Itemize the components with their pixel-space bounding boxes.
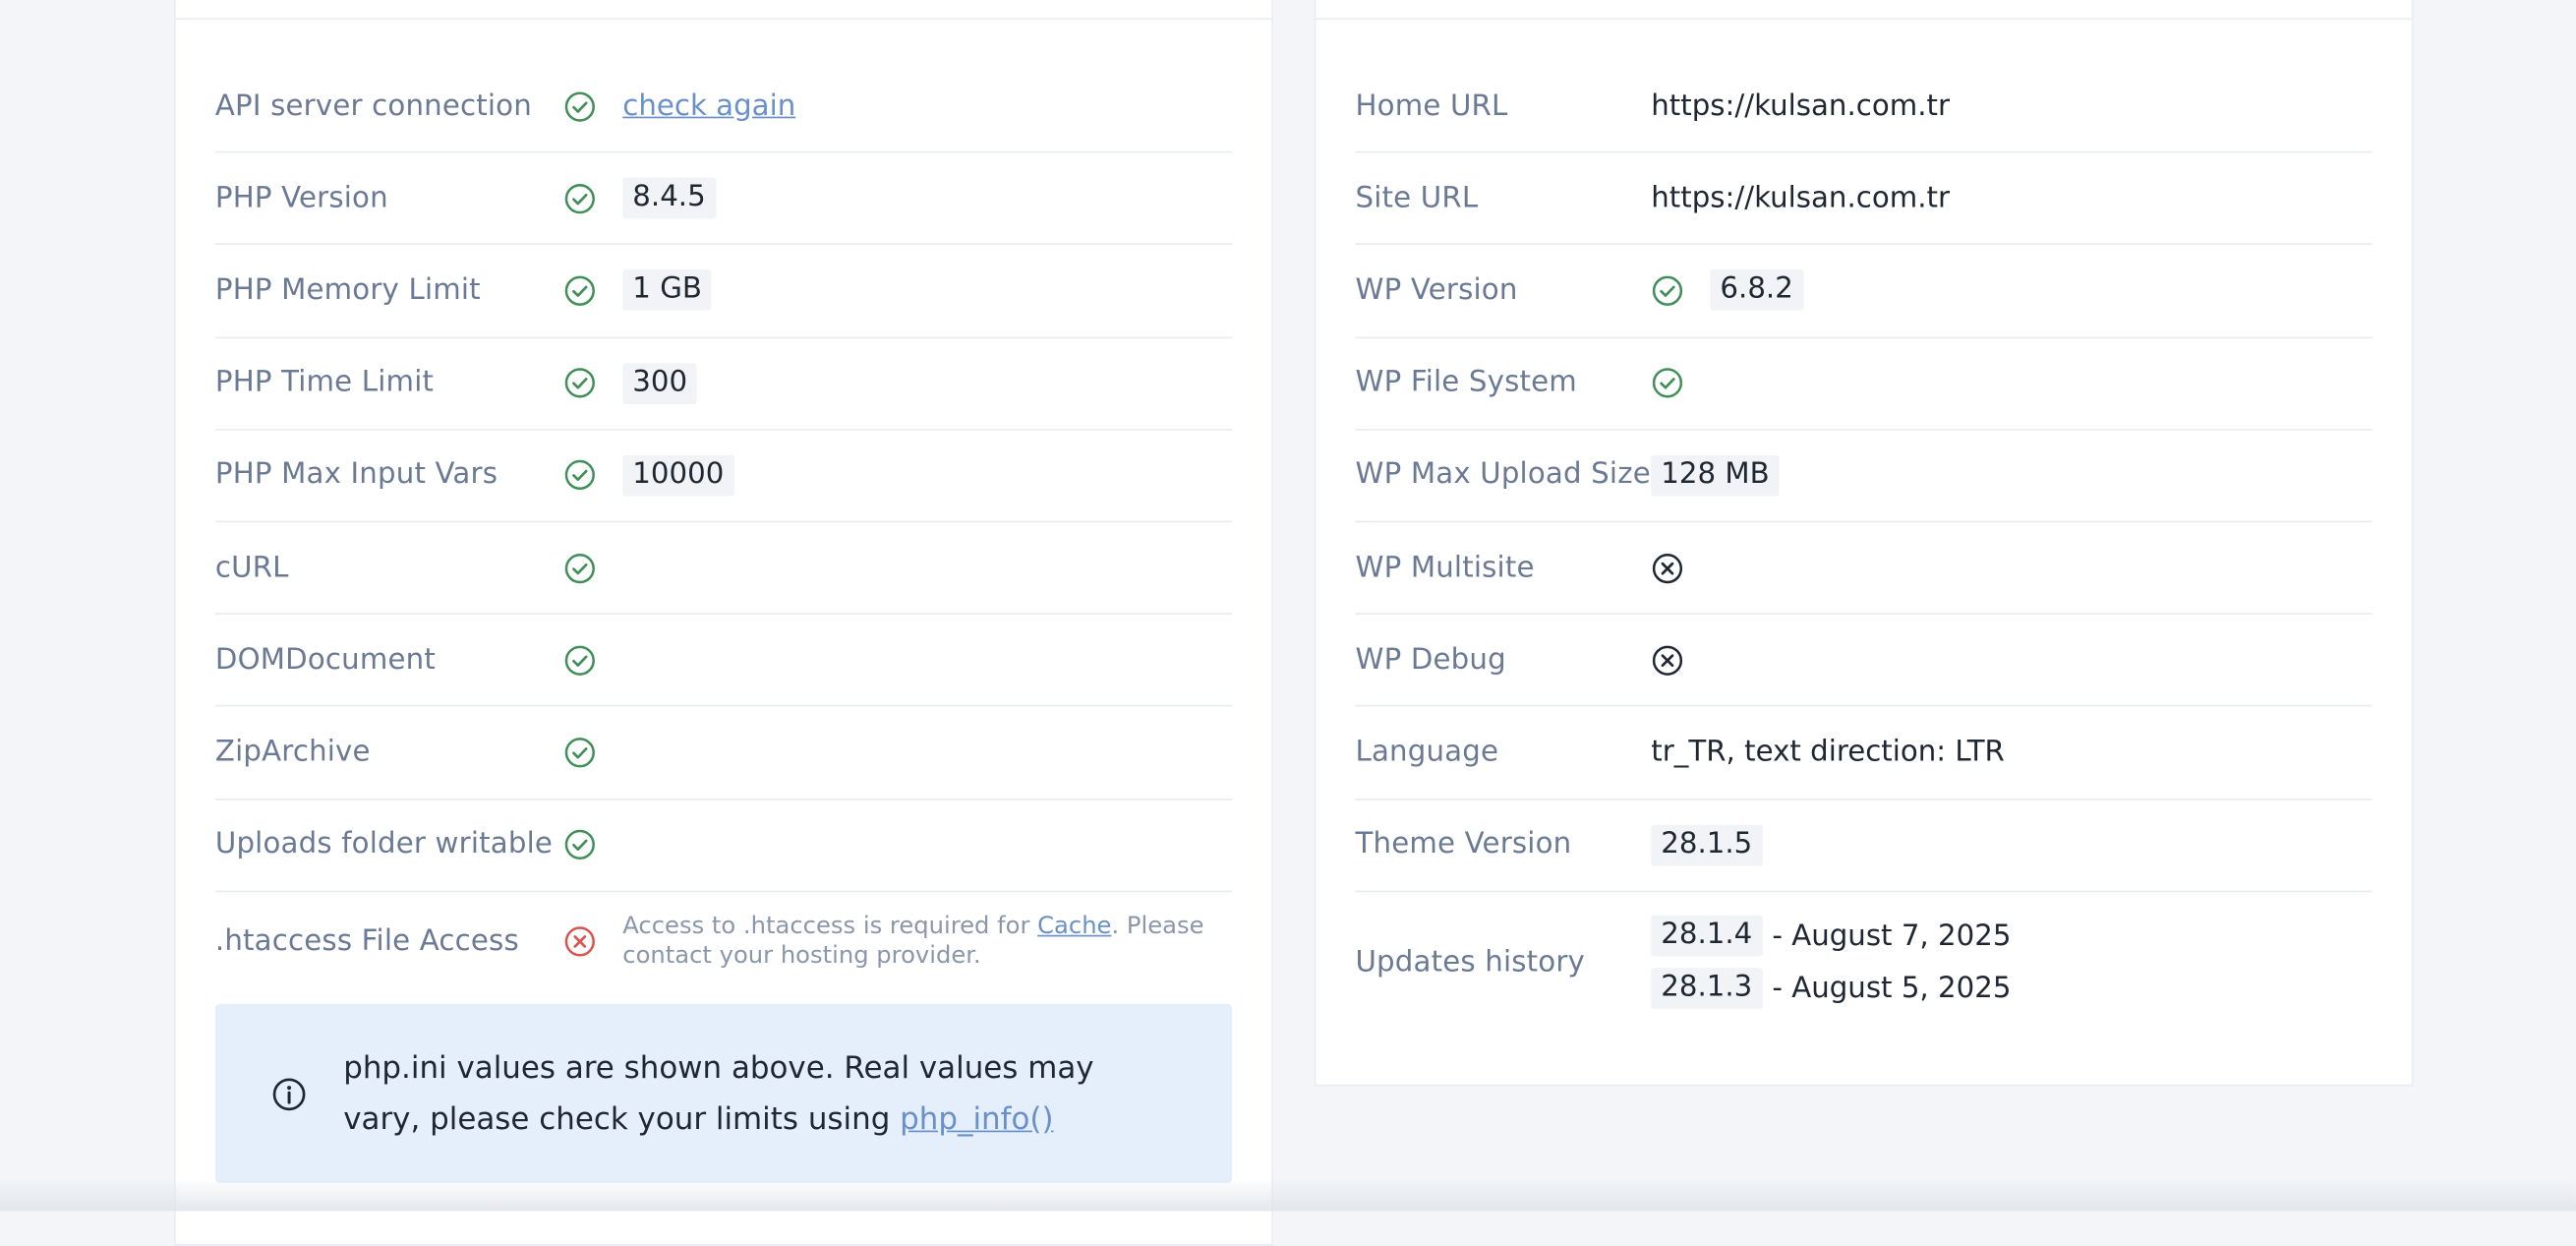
warning-text-start: Access to .htaccess is required for [622,914,1038,941]
row-label: WP Version [1355,273,1518,308]
row-label: DOMDocument [214,643,436,677]
row-label: Site URL [1355,182,1479,215]
history-date: - August 5, 2025 [1772,972,2012,1006]
language-value: tr_TR, text direction: LTR [1651,736,2005,769]
row-domdocument: DOMDocument [214,615,1233,708]
x-circle-icon [1651,644,1683,677]
value-badge: 300 [622,362,698,404]
bottom-shadow [0,1178,2576,1212]
info-notice-text: php.ini values are shown above. Real val… [343,1042,1132,1145]
php-info-link[interactable]: php_info() [900,1101,1053,1136]
row-wp-max-upload-size: WP Max Upload Size 128 MB [1355,430,2372,523]
row-label: PHP Memory Limit [214,273,481,308]
list-item: 28.1.4 - August 7, 2025 [1651,916,2011,957]
row-wp-multisite: WP Multisite [1355,522,2372,616]
row-php-max-input-vars: PHP Max Input Vars 10000 [214,430,1233,523]
wordpress-environment-panel: Home URL https://kulsan.com.tr Site URL … [1314,0,2414,1087]
check-circle-icon [563,736,596,768]
row-label: Language [1355,736,1499,769]
row-label: Home URL [1355,89,1508,123]
row-php-memory-limit: PHP Memory Limit 1 GB [214,246,1233,338]
history-date: - August 7, 2025 [1772,920,2012,953]
value-badge: 6.8.2 [1710,269,1803,312]
updates-history-list: 28.1.4 - August 7, 2025 28.1.3 - August … [1651,916,2012,1010]
check-circle-icon [563,459,596,492]
row-htaccess-file-access: .htaccess File Access Access to .htacces… [215,892,1232,992]
row-api-server-connection: API server connection check again [214,61,1233,153]
row-label: PHP Version [214,182,388,215]
row-label: Theme Version [1355,828,1572,861]
panel-divider [1316,18,2412,21]
row-theme-version: Theme Version 28.1.5 [1355,800,2372,892]
row-label: WP Debug [1355,643,1506,677]
row-php-version: PHP Version 8.4.5 [214,153,1233,246]
row-updates-history: Updates history 28.1.4 - August 7, 2025 … [1355,892,2371,1034]
value-badge: 28.1.5 [1651,824,1763,865]
check-circle-icon [563,182,596,214]
row-label: ZipArchive [214,736,371,769]
server-requirements-panel: API server connection check again PHP Ve… [174,0,1273,1246]
row-label: API server connection [214,89,532,123]
info-circle-icon [271,1076,308,1112]
row-uploads-folder-writable: Uploads folder writable [214,800,1233,892]
system-status-page: API server connection check again PHP Ve… [0,0,2576,1246]
row-language: Language tr_TR, text direction: LTR [1355,707,2372,800]
home-url-value: https://kulsan.com.tr [1651,89,1950,123]
value-badge: 10000 [622,454,734,497]
row-label: WP Multisite [1355,551,1535,585]
check-circle-icon [563,89,596,122]
value-badge: 1 GB [622,269,712,312]
row-site-url: Site URL https://kulsan.com.tr [1355,153,2372,246]
row-ziparchive: ZipArchive [214,707,1233,800]
row-label: Updates history [1355,945,1586,979]
check-circle-icon [563,552,596,584]
x-circle-icon [563,925,596,958]
wordpress-environment-list: Home URL https://kulsan.com.tr Site URL … [1355,61,2372,1034]
value-badge: 128 MB [1651,454,1780,497]
row-wp-file-system: WP File System [1355,337,2372,431]
check-circle-icon [563,367,596,399]
history-version-badge: 28.1.4 [1651,916,1763,957]
check-circle-icon [1651,274,1683,307]
row-label: WP Max Upload Size [1355,458,1651,493]
check-circle-icon [563,828,596,860]
value-badge: 8.4.5 [622,177,716,219]
row-wp-version: WP Version 6.8.2 [1355,246,2372,338]
history-version-badge: 28.1.3 [1651,968,1763,1010]
check-circle-icon [1651,367,1683,399]
php-ini-info-notice: php.ini values are shown above. Real val… [214,1003,1233,1184]
panel-divider [175,18,1272,21]
x-circle-icon [1651,552,1683,584]
check-again-link[interactable]: check again [622,89,795,122]
site-url-value: https://kulsan.com.tr [1651,182,1950,215]
row-php-time-limit: PHP Time Limit 300 [214,337,1233,431]
row-label: WP File System [1355,366,1577,400]
server-requirements-list: API server connection check again PHP Ve… [214,61,1233,992]
row-label: Uploads folder writable [214,828,554,861]
row-label: PHP Max Input Vars [214,458,498,493]
check-circle-icon [563,644,596,677]
cache-link[interactable]: Cache [1037,914,1111,940]
row-curl: cURL [214,522,1233,616]
row-home-url: Home URL https://kulsan.com.tr [1355,61,2372,153]
row-label: cURL [214,551,289,585]
row-label: .htaccess File Access [214,925,519,959]
list-item: 28.1.3 - August 5, 2025 [1651,968,2012,1010]
row-label: PHP Time Limit [214,366,435,400]
htaccess-warning-text: Access to .htaccess is required for Cach… [622,913,1230,972]
check-circle-icon [563,274,596,307]
row-wp-debug: WP Debug [1355,615,2372,708]
